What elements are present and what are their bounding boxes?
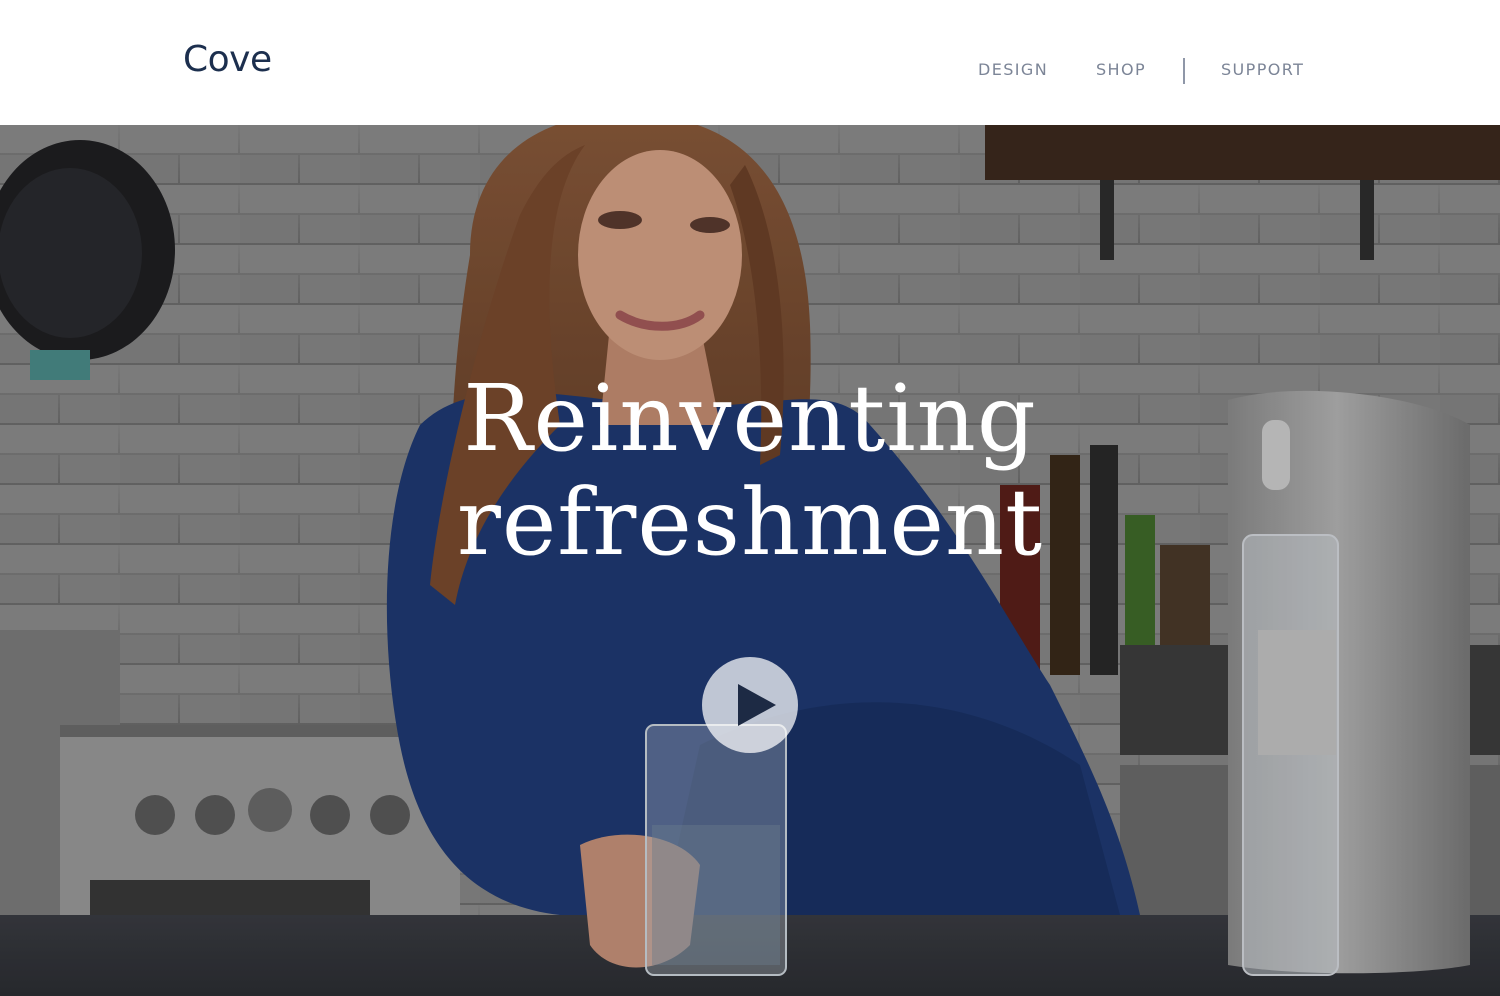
nav-divider xyxy=(1183,58,1185,84)
nav-link-support[interactable]: SUPPORT xyxy=(1221,60,1304,80)
hero-section: Reinventing refreshment xyxy=(0,125,1500,996)
page: Cove DESIGN SHOP SUPPORT Reinventing ref… xyxy=(0,0,1500,996)
nav-link-design[interactable]: DESIGN xyxy=(978,60,1048,80)
hero-headline-line-2: refreshment xyxy=(456,469,1044,576)
play-video-button[interactable] xyxy=(702,657,798,753)
hero-headline-line-1: Reinventing xyxy=(463,365,1037,472)
nav-link-shop[interactable]: SHOP xyxy=(1096,60,1146,80)
site-header: Cove DESIGN SHOP SUPPORT xyxy=(0,0,1500,125)
main-nav: DESIGN SHOP SUPPORT xyxy=(0,58,1500,84)
hero-headline: Reinventing refreshment xyxy=(300,367,1200,575)
play-icon xyxy=(738,684,776,726)
